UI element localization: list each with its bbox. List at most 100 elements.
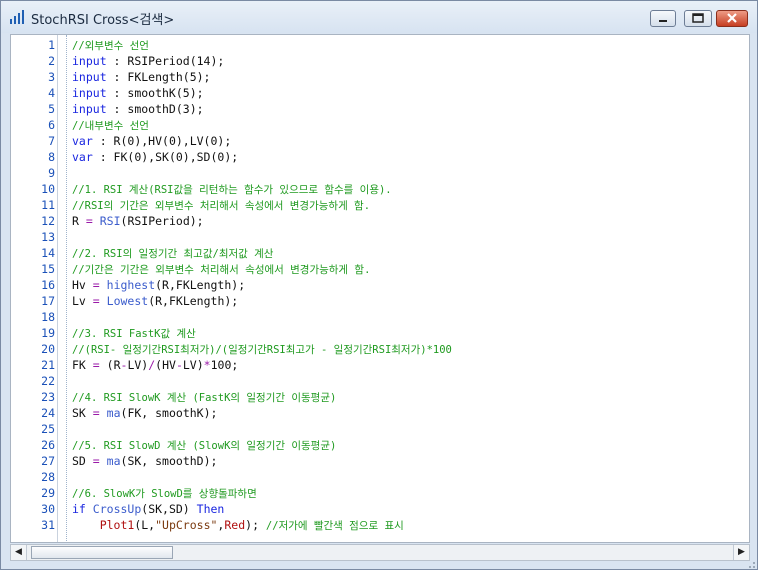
code-line[interactable]: 15 //기간은 기간은 외부변수 처리해서 속성에서 변경가능하게 함. [11, 261, 749, 277]
line-number: 22 [41, 374, 55, 388]
code-token: //3. RSI FastK값 계산 [72, 328, 196, 340]
code-text: input : RSIPeriod(14); [72, 53, 224, 69]
code-line[interactable]: 31 Plot1(L,"UpCross",Red); //저가에 빨간색 점으로… [11, 517, 749, 533]
code-token: input [72, 102, 107, 116]
line-number: 6 [48, 118, 55, 132]
code-token: FK [72, 358, 93, 372]
code-text: FK = (R-LV)/(HV-LV)*100; [72, 357, 238, 373]
close-button[interactable] [716, 10, 748, 27]
code-line[interactable]: 25 [11, 421, 749, 437]
code-token: R [72, 214, 86, 228]
code-line[interactable]: 26 //5. RSI SlowD 계산 (SlowK의 일정기간 이동평균) [11, 437, 749, 453]
code-line[interactable]: 7 var : R(0),HV(0),LV(0); [11, 133, 749, 149]
code-token: - [175, 358, 183, 372]
line-number: 31 [41, 518, 55, 532]
line-number: 23 [41, 390, 55, 404]
scroll-right-icon[interactable]: ▶ [733, 545, 749, 560]
code-line[interactable]: 22 [11, 373, 749, 389]
code-token: = [92, 454, 100, 468]
code-text: //(RSI- 일정기간RSI최저가)/(일정기간RSI최고가 - 일정기간RS… [72, 341, 452, 358]
code-line[interactable]: 10 //1. RSI 계산(RSI값을 리턴하는 함수가 있으므로 함수를 이용… [11, 181, 749, 197]
code-line[interactable]: 19 //3. RSI FastK값 계산 [11, 325, 749, 341]
code-token: (HV [155, 358, 176, 372]
code-line[interactable]: 23 //4. RSI SlowK 계산 (FastK의 일정기간 이동평균) [11, 389, 749, 405]
code-token: : FKLength(5); [106, 70, 211, 84]
code-line[interactable]: 3 input : FKLength(5); [11, 69, 749, 85]
code-line[interactable]: 8 var : FK(0),SK(0),SD(0); [11, 149, 749, 165]
code-token: * [203, 358, 211, 372]
code-token: highest [106, 278, 156, 292]
line-number: 2 [48, 54, 55, 68]
line-number: 14 [41, 246, 55, 260]
line-number: 17 [41, 294, 55, 308]
line-number: 10 [41, 182, 55, 196]
code-token: //저가에 빨간색 점으로 표시 [265, 520, 404, 532]
code-line[interactable]: 27 SD = ma(SK, smoothD); [11, 453, 749, 469]
line-number: 21 [41, 358, 55, 372]
code-token: = [92, 278, 100, 292]
code-line[interactable]: 9 [11, 165, 749, 181]
code-text: var : R(0),HV(0),LV(0); [72, 133, 231, 149]
title-bar[interactable]: StochRSI Cross<검색> [1, 1, 757, 33]
code-line[interactable]: 2 input : RSIPeriod(14); [11, 53, 749, 69]
code-token: = [92, 294, 100, 308]
code-line[interactable]: 4 input : smoothK(5); [11, 85, 749, 101]
code-line[interactable]: 16 Hv = highest(R,FKLength); [11, 277, 749, 293]
code-token: Red [224, 518, 246, 532]
code-line[interactable]: 21 FK = (R-LV)/(HV-LV)*100; [11, 357, 749, 373]
code-text: R = RSI(RSIPeriod); [72, 213, 204, 229]
code-token: : R(0),HV(0),LV(0); [92, 134, 232, 148]
maximize-button[interactable] [684, 10, 712, 27]
code-line[interactable]: 30 if CrossUp(SK,SD) Then [11, 501, 749, 517]
code-text: var : FK(0),SK(0),SD(0); [72, 149, 238, 165]
code-token: var [72, 134, 93, 148]
code-token: //RSI의 기간은 외부변수 처리해서 속성에서 변경가능하게 함. [72, 200, 371, 212]
code-line[interactable]: 11 //RSI의 기간은 외부변수 처리해서 속성에서 변경가능하게 함. [11, 197, 749, 213]
minimize-button[interactable] [650, 10, 676, 27]
code-text: //RSI의 기간은 외부변수 처리해서 속성에서 변경가능하게 함. [72, 197, 370, 214]
scroll-thumb[interactable] [31, 546, 173, 559]
code-line[interactable]: 17 Lv = Lowest(R,FKLength); [11, 293, 749, 309]
horizontal-scrollbar[interactable]: ◀ ▶ [10, 544, 750, 561]
close-icon [727, 13, 737, 23]
code-token: ma [106, 406, 121, 420]
code-line[interactable]: 1 //외부변수 선언 [11, 37, 749, 53]
code-line[interactable]: 20 //(RSI- 일정기간RSI최저가)/(일정기간RSI최고가 - 일정기간… [11, 341, 749, 357]
code-line[interactable]: 12 R = RSI(RSIPeriod); [11, 213, 749, 229]
resize-grip-icon[interactable] [743, 561, 757, 569]
code-token: : RSIPeriod(14); [106, 54, 225, 68]
code-line[interactable]: 14 //2. RSI의 일정기간 최고값/최저값 계산 [11, 245, 749, 261]
code-text: //4. RSI SlowK 계산 (FastK의 일정기간 이동평균) [72, 389, 336, 406]
line-number: 5 [48, 102, 55, 116]
line-number: 18 [41, 310, 55, 324]
scroll-left-icon[interactable]: ◀ [11, 545, 27, 560]
line-number: 8 [48, 150, 55, 164]
code-token: var [72, 150, 93, 164]
code-line[interactable]: 13 [11, 229, 749, 245]
code-token: input [72, 70, 107, 84]
code-token: //4. RSI SlowK 계산 (FastK의 일정기간 이동평균) [72, 392, 337, 404]
line-number: 3 [48, 70, 55, 84]
line-number: 25 [41, 422, 55, 436]
code-line[interactable]: 6 //내부변수 선언 [11, 117, 749, 133]
code-text: Plot1(L,"UpCross",Red); //저가에 빨간색 점으로 표시 [72, 517, 404, 534]
code-token: Lv [72, 294, 93, 308]
line-number: 9 [48, 166, 55, 180]
code-token: //내부변수 선언 [72, 120, 149, 132]
code-line[interactable]: 28 [11, 469, 749, 485]
code-line[interactable]: 29 //6. SlowK가 SlowD를 상향돌파하면 [11, 485, 749, 501]
code-token: (SK, smoothD); [120, 454, 218, 468]
code-line[interactable]: 5 input : smoothD(3); [11, 101, 749, 117]
code-text: if CrossUp(SK,SD) Then [72, 501, 224, 517]
line-number: 1 [48, 38, 55, 52]
code-token: (FK, smoothK); [120, 406, 218, 420]
code-token: Hv [72, 278, 93, 292]
code-text: //기간은 기간은 외부변수 처리해서 속성에서 변경가능하게 함. [72, 261, 370, 278]
code-line[interactable]: 24 SK = ma(FK, smoothK); [11, 405, 749, 421]
code-token: ma [106, 454, 121, 468]
code-editor[interactable]: 1 //외부변수 선언 2 input : RSIPeriod(14); 3 input … [10, 34, 750, 543]
code-line[interactable]: 18 [11, 309, 749, 325]
